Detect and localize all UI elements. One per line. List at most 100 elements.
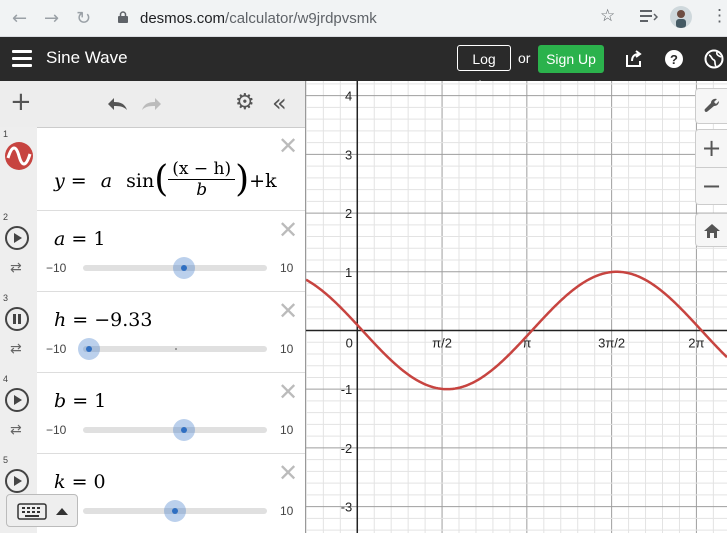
slider-variable: k <box>54 471 66 493</box>
x-tick-label: 3π/2 <box>598 335 625 350</box>
equation-math[interactable]: y = a sin((x − h) b)+k <box>54 155 277 203</box>
url-text: desmos.com/calculator/w9jrdpvsmk <box>140 10 377 27</box>
default-view-button[interactable] <box>695 213 727 247</box>
slider-min[interactable]: −10 <box>46 342 66 356</box>
slider-handle[interactable] <box>164 500 186 522</box>
slider-value[interactable]: = 0 <box>72 471 106 493</box>
expression-number: 5 <box>3 455 9 465</box>
y-tick-label: -3 <box>341 500 353 515</box>
graph-color-icon[interactable] <box>4 141 34 171</box>
bookmark-star-icon[interactable]: ☆ <box>600 6 615 26</box>
pause-button[interactable] <box>5 307 29 331</box>
expression-number: 3 <box>3 293 9 303</box>
globe-icon[interactable] <box>704 49 724 69</box>
reload-icon[interactable]: ↻ <box>76 8 91 29</box>
login-button[interactable]: Log In <box>457 45 511 93</box>
slider-variable: b <box>54 390 67 412</box>
expression-row-4[interactable]: 4 ⇄ b = 1 −10 10 ✕ <box>0 372 305 454</box>
caret-up-icon <box>56 508 68 515</box>
graph-title[interactable]: Sine Wave <box>46 48 128 68</box>
profile-avatar[interactable] <box>670 6 692 28</box>
add-expression-icon[interactable]: + <box>10 87 32 117</box>
or-label: or <box>518 50 531 66</box>
expression-panel: + ⚙ « 1 y = a sin((x − h) b)+k ✕ 2 ⇄ a = … <box>0 81 306 533</box>
math-a: a <box>100 170 113 192</box>
menu-icon[interactable] <box>12 50 32 67</box>
slider-max[interactable]: 10 <box>280 342 293 356</box>
loop-mode-icon[interactable]: ⇄ <box>10 422 22 438</box>
slider-value[interactable]: = −9.33 <box>72 309 152 331</box>
address-bar[interactable]: desmos.com/calculator/w9jrdpvsmk <box>108 4 626 32</box>
x-tick-label: 2π <box>688 335 704 350</box>
y-tick-label: 4 <box>345 89 352 104</box>
slider-min[interactable]: −10 <box>46 423 66 437</box>
loop-mode-icon[interactable]: ⇄ <box>10 260 22 276</box>
math-sin: sin <box>126 170 155 192</box>
redo-icon[interactable] <box>140 96 164 112</box>
math-plus-k: +k <box>249 170 277 192</box>
expression-row-3[interactable]: 3 ⇄ h = −9.33 −10 10 ✕ <box>0 291 305 373</box>
slider-variable: a <box>54 228 66 250</box>
delete-expression-icon[interactable]: ✕ <box>278 461 298 485</box>
expression-number: 1 <box>3 129 9 139</box>
share-icon[interactable] <box>624 49 644 69</box>
x-tick-label: π/2 <box>432 335 452 350</box>
play-button[interactable] <box>5 469 29 493</box>
lock-icon <box>118 11 128 23</box>
y-tick-label: -2 <box>341 441 353 456</box>
expression-number: 2 <box>3 212 9 222</box>
slider-value[interactable]: = 1 <box>71 228 105 250</box>
slider-handle[interactable] <box>173 419 196 441</box>
keypad-toggle-button[interactable] <box>6 494 78 527</box>
signup-button[interactable]: Sign Up <box>538 45 604 73</box>
keyboard-icon <box>17 503 47 520</box>
graph-settings-button[interactable] <box>695 88 727 124</box>
slider-max[interactable]: 10 <box>280 504 293 518</box>
expression-row-2[interactable]: 2 ⇄ a = 1 −10 10 ✕ <box>0 210 305 292</box>
math-denominator: b <box>196 179 208 200</box>
play-button[interactable] <box>5 226 29 250</box>
svg-text:?: ? <box>670 52 678 67</box>
graph-canvas[interactable]: 0 π/2 π 3π/2 2π4321-1-2-3 <box>306 81 727 533</box>
help-icon[interactable]: ? <box>664 49 684 69</box>
x-tick-label: 0 <box>346 335 353 350</box>
reading-list-icon[interactable] <box>640 8 658 24</box>
delete-expression-icon[interactable]: ✕ <box>278 380 298 404</box>
y-tick-label: 2 <box>345 206 352 221</box>
zoom-controls: + − <box>695 129 727 205</box>
browser-toolbar: ← → ↻ desmos.com/calculator/w9jrdpvsmk ☆… <box>0 0 727 37</box>
delete-expression-icon[interactable]: ✕ <box>278 299 298 323</box>
delete-expression-icon[interactable]: ✕ <box>278 218 298 242</box>
slider-handle[interactable] <box>78 338 101 360</box>
y-tick-label: -1 <box>341 382 353 397</box>
slider-handle[interactable] <box>173 257 196 279</box>
url-path: /calculator/w9jrdpvsmk <box>225 10 377 27</box>
math-y: y <box>54 170 65 192</box>
graph-paper[interactable]: 0 π/2 π 3π/2 2π 4 3 2 1 -1 -2 -3 <box>306 81 727 533</box>
y-tick-label: 3 <box>345 147 352 162</box>
loop-mode-icon[interactable]: ⇄ <box>10 341 22 357</box>
slider-value[interactable]: = 1 <box>72 390 106 412</box>
more-vert-icon[interactable]: ⋮ <box>711 6 727 26</box>
expression-row-1[interactable]: 1 y = a sin((x − h) b)+k ✕ <box>0 127 305 211</box>
zoom-out-button[interactable]: − <box>696 168 727 205</box>
math-equals: = <box>70 170 87 192</box>
app-header: Sine Wave Log In or Sign Up ? <box>0 37 727 93</box>
slider-max[interactable]: 10 <box>280 423 293 437</box>
y-tick-label: 1 <box>345 265 352 280</box>
collapse-panel-icon[interactable]: « <box>272 89 287 117</box>
zoom-in-button[interactable]: + <box>696 130 727 168</box>
expression-toolbar: + ⚙ « <box>0 81 305 128</box>
expression-number: 4 <box>3 374 9 384</box>
wrench-icon <box>704 98 719 112</box>
slider-variable: h <box>54 309 67 331</box>
slider-min[interactable]: −10 <box>46 261 66 275</box>
slider-max[interactable]: 10 <box>280 261 293 275</box>
delete-expression-icon[interactable]: ✕ <box>278 134 298 158</box>
play-button[interactable] <box>5 388 29 412</box>
undo-icon[interactable] <box>105 96 129 112</box>
home-icon <box>703 224 720 238</box>
back-icon[interactable]: ← <box>12 8 27 29</box>
settings-gear-icon[interactable]: ⚙ <box>235 90 255 115</box>
forward-icon[interactable]: → <box>44 8 59 29</box>
